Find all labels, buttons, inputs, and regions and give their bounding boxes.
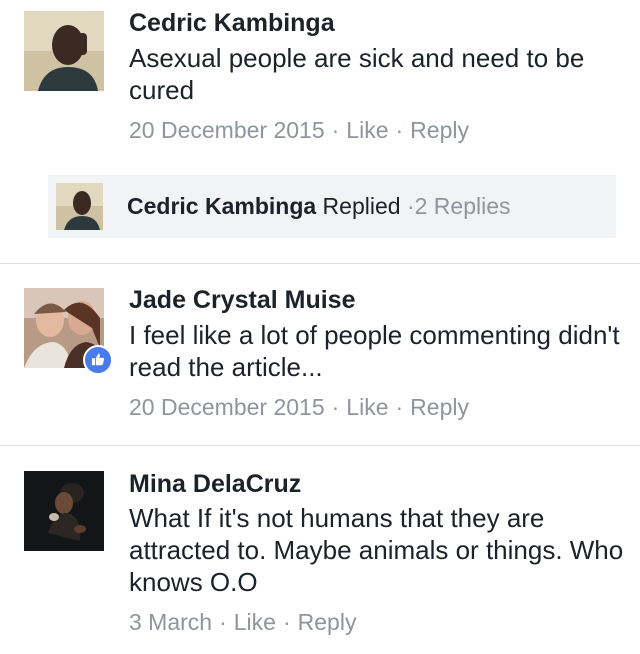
replies-summary[interactable]: Cedric Kambinga Replied ·2 Replies — [48, 175, 616, 238]
like-link[interactable]: Like — [346, 117, 388, 143]
thumbs-up-icon — [91, 353, 105, 366]
comment-meta: 3 March · Like · Reply — [129, 608, 356, 636]
avatar[interactable] — [24, 471, 104, 551]
divider — [0, 263, 640, 264]
comment-date[interactable]: 3 March — [129, 609, 212, 635]
like-link[interactable]: Like — [346, 394, 388, 420]
separator: · — [331, 117, 340, 143]
comment-date[interactable]: 20 December 2015 — [129, 394, 325, 420]
reply-link[interactable]: Reply — [298, 609, 357, 635]
comment-author[interactable]: Mina DelaCruz — [129, 469, 301, 499]
reply-action: Replied — [322, 193, 401, 219]
separator: · — [406, 193, 415, 219]
divider — [0, 445, 640, 446]
separator: · — [282, 609, 291, 635]
comment-text: What If it's not humans that they are at… — [129, 503, 624, 597]
reply-link[interactable]: Reply — [410, 394, 469, 420]
comment-date[interactable]: 20 December 2015 — [129, 117, 325, 143]
comment-author[interactable]: Cedric Kambinga — [129, 8, 335, 38]
comment-text: Asexual people are sick and need to be c… — [129, 43, 585, 105]
avatar[interactable] — [24, 11, 104, 91]
comment-meta: 20 December 2015 · Like · Reply — [129, 393, 469, 421]
separator: · — [395, 117, 404, 143]
separator: · — [219, 609, 227, 635]
reply-author: Cedric Kambinga — [127, 193, 317, 219]
reply-avatar — [56, 183, 103, 230]
comment-author[interactable]: Jade Crystal Muise — [129, 285, 356, 315]
like-link[interactable]: Like — [234, 609, 276, 635]
separator: · — [331, 394, 340, 420]
separator: · — [395, 394, 404, 420]
like-reaction-badge — [83, 345, 113, 375]
replies-summary-text: Cedric Kambinga Replied ·2 Replies — [127, 192, 511, 220]
reply-link[interactable]: Reply — [410, 117, 469, 143]
reply-count[interactable]: 2 Replies — [415, 193, 511, 219]
comment-meta: 20 December 2015 · Like · Reply — [129, 116, 469, 144]
comment-text: I feel like a lot of people commenting d… — [129, 320, 620, 382]
